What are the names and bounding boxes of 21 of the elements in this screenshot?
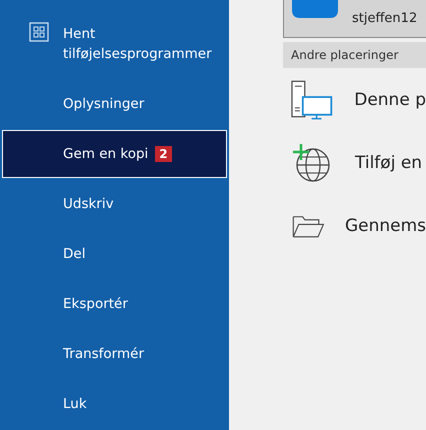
location-item[interactable]: Tilføj en bbox=[283, 131, 426, 194]
sidebar-item[interactable]: Luk bbox=[2, 380, 227, 428]
badge: 2 bbox=[155, 146, 172, 162]
sidebar-item[interactable]: Hent tilføjelsesprogrammer bbox=[2, 21, 227, 75]
cloud-icon bbox=[290, 0, 340, 20]
location-label: Denne p bbox=[354, 90, 426, 110]
location-label: Gennems bbox=[344, 216, 426, 236]
location-item[interactable]: Gennems bbox=[283, 194, 426, 257]
sidebar-item[interactable]: Oplysninger bbox=[2, 80, 227, 128]
account-card[interactable]: stjeffen12 bbox=[283, 0, 426, 38]
sidebar-item[interactable]: Gem en kopi 2 bbox=[2, 130, 227, 178]
sidebar-item[interactable]: Transformér bbox=[2, 330, 227, 378]
location-label: Tilføj en bbox=[355, 152, 422, 172]
sidebar-item[interactable]: Del bbox=[2, 230, 227, 278]
computer-icon bbox=[291, 80, 334, 120]
grid-icon bbox=[29, 22, 49, 42]
section-header: Andre placeringer bbox=[283, 42, 426, 68]
location-item[interactable]: Denne p bbox=[283, 68, 426, 131]
account-name: stjeffen12 bbox=[352, 11, 418, 26]
sidebar-item[interactable]: Udskriv bbox=[2, 180, 227, 228]
sidebar-item[interactable]: Eksportér bbox=[2, 280, 227, 328]
